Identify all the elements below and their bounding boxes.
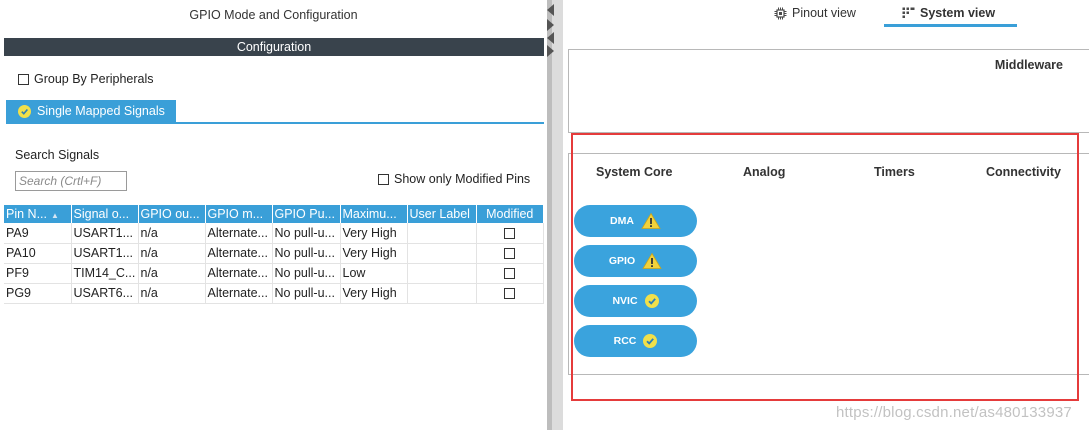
pin-configuration-table: Pin N... ▲ Signal o... GPIO ou... GPIO m.… [4, 205, 544, 304]
cell-user-label[interactable] [407, 283, 477, 304]
panel-splitter[interactable] [547, 0, 563, 430]
group-by-peripherals-label: Group By Peripherals [34, 72, 154, 86]
signals-tab-strip: Single Mapped Signals [6, 100, 544, 124]
table-row[interactable]: PA9 USART1... n/a Alternate... No pull-u… [4, 223, 544, 244]
show-only-modified-checkbox[interactable] [378, 173, 389, 185]
cell-gpio-output: n/a [138, 223, 206, 244]
gpio-configuration-panel: GPIO Mode and Configuration Configuratio… [0, 0, 547, 430]
table-header-row: Pin N... ▲ Signal o... GPIO ou... GPIO m.… [4, 205, 543, 223]
show-only-modified-option[interactable]: Show only Modified Pins [378, 172, 530, 186]
column-header-max-speed[interactable]: Maximu... [340, 205, 408, 223]
column-header-gpio-mode[interactable]: GPIO m... [205, 205, 273, 223]
cell-gpio-mode: Alternate... [205, 283, 273, 304]
chip-icon [774, 7, 787, 19]
tab-pinout-label: Pinout view [792, 6, 856, 20]
cell-modified [476, 263, 544, 284]
cell-pin-name: PA10 [4, 243, 72, 264]
cell-signal: TIM14_C... [71, 263, 139, 284]
search-signals-input[interactable] [15, 171, 127, 191]
cell-gpio-pull: No pull-u... [272, 243, 341, 264]
expand-right-icon[interactable] [547, 45, 554, 57]
cell-max-speed: Low [340, 263, 408, 284]
cell-signal: USART1... [71, 243, 139, 264]
modified-checkbox[interactable] [504, 268, 515, 280]
collapse-left-icon[interactable] [547, 4, 554, 16]
tab-label: Single Mapped Signals [37, 104, 165, 118]
modified-checkbox[interactable] [504, 288, 515, 300]
cell-user-label[interactable] [407, 243, 477, 264]
active-tab-indicator [884, 24, 1017, 27]
cell-pin-name: PG9 [4, 283, 72, 304]
column-header-gpio-output[interactable]: GPIO ou... [138, 205, 206, 223]
watermark-text: https://blog.csdn.net/as480133937 [836, 404, 1072, 421]
cell-max-speed: Very High [340, 283, 408, 304]
cell-max-speed: Very High [340, 223, 408, 244]
cell-user-label[interactable] [407, 263, 477, 284]
middleware-title: Middleware [994, 58, 1063, 72]
check-icon [18, 104, 31, 118]
sort-ascending-icon: ▲ [51, 211, 59, 220]
red-highlight-frame [571, 133, 1079, 401]
cell-gpio-pull: No pull-u... [272, 263, 341, 284]
cell-modified [476, 283, 544, 304]
column-header-pin-name[interactable]: Pin N... ▲ [4, 205, 72, 223]
cell-gpio-output: n/a [138, 263, 206, 284]
system-grid-icon [902, 7, 915, 18]
tab-single-mapped-signals[interactable]: Single Mapped Signals [6, 100, 176, 122]
tab-pinout-view[interactable]: Pinout view [774, 6, 856, 20]
cell-pin-name: PF9 [4, 263, 72, 284]
middleware-section: Middleware [568, 49, 1089, 133]
show-only-modified-label: Show only Modified Pins [394, 172, 531, 186]
cell-modified [476, 223, 544, 244]
cell-max-speed: Very High [340, 243, 408, 264]
collapse-left-icon[interactable] [547, 32, 554, 44]
cell-pin-name: PA9 [4, 223, 72, 244]
cell-gpio-mode: Alternate... [205, 223, 273, 244]
table-row[interactable]: PF9 TIM14_C... n/a Alternate... No pull-… [4, 263, 544, 284]
column-header-modified[interactable]: Modified [476, 205, 543, 223]
table-row[interactable]: PG9 USART6... n/a Alternate... No pull-u… [4, 283, 544, 304]
cell-user-label[interactable] [407, 223, 477, 244]
expand-right-icon[interactable] [547, 19, 554, 31]
cell-gpio-output: n/a [138, 283, 206, 304]
cell-gpio-pull: No pull-u... [272, 223, 341, 244]
splitter-grip[interactable] [547, 0, 552, 430]
search-signals-label: Search Signals [15, 148, 100, 162]
cell-gpio-output: n/a [138, 243, 206, 264]
modified-checkbox[interactable] [504, 248, 515, 260]
cell-gpio-mode: Alternate... [205, 243, 273, 264]
column-header-signal[interactable]: Signal o... [71, 205, 139, 223]
cell-signal: USART1... [71, 223, 139, 244]
tab-system-view[interactable]: System view [902, 6, 995, 20]
group-by-peripherals-checkbox[interactable] [18, 73, 29, 85]
modified-checkbox[interactable] [504, 227, 515, 239]
cell-gpio-pull: No pull-u... [272, 283, 341, 304]
cell-signal: USART6... [71, 283, 139, 304]
column-header-user-label[interactable]: User Label [407, 205, 477, 223]
group-by-peripherals-option[interactable]: Group By Peripherals [18, 72, 154, 86]
panel-title: GPIO Mode and Configuration [0, 0, 547, 30]
cell-gpio-mode: Alternate... [205, 263, 273, 284]
cell-modified [476, 243, 544, 264]
table-row[interactable]: PA10 USART1... n/a Alternate... No pull-… [4, 243, 544, 264]
column-header-gpio-pull[interactable]: GPIO Pu... [272, 205, 341, 223]
configuration-header: Configuration [4, 38, 544, 56]
tab-system-label: System view [920, 6, 996, 20]
